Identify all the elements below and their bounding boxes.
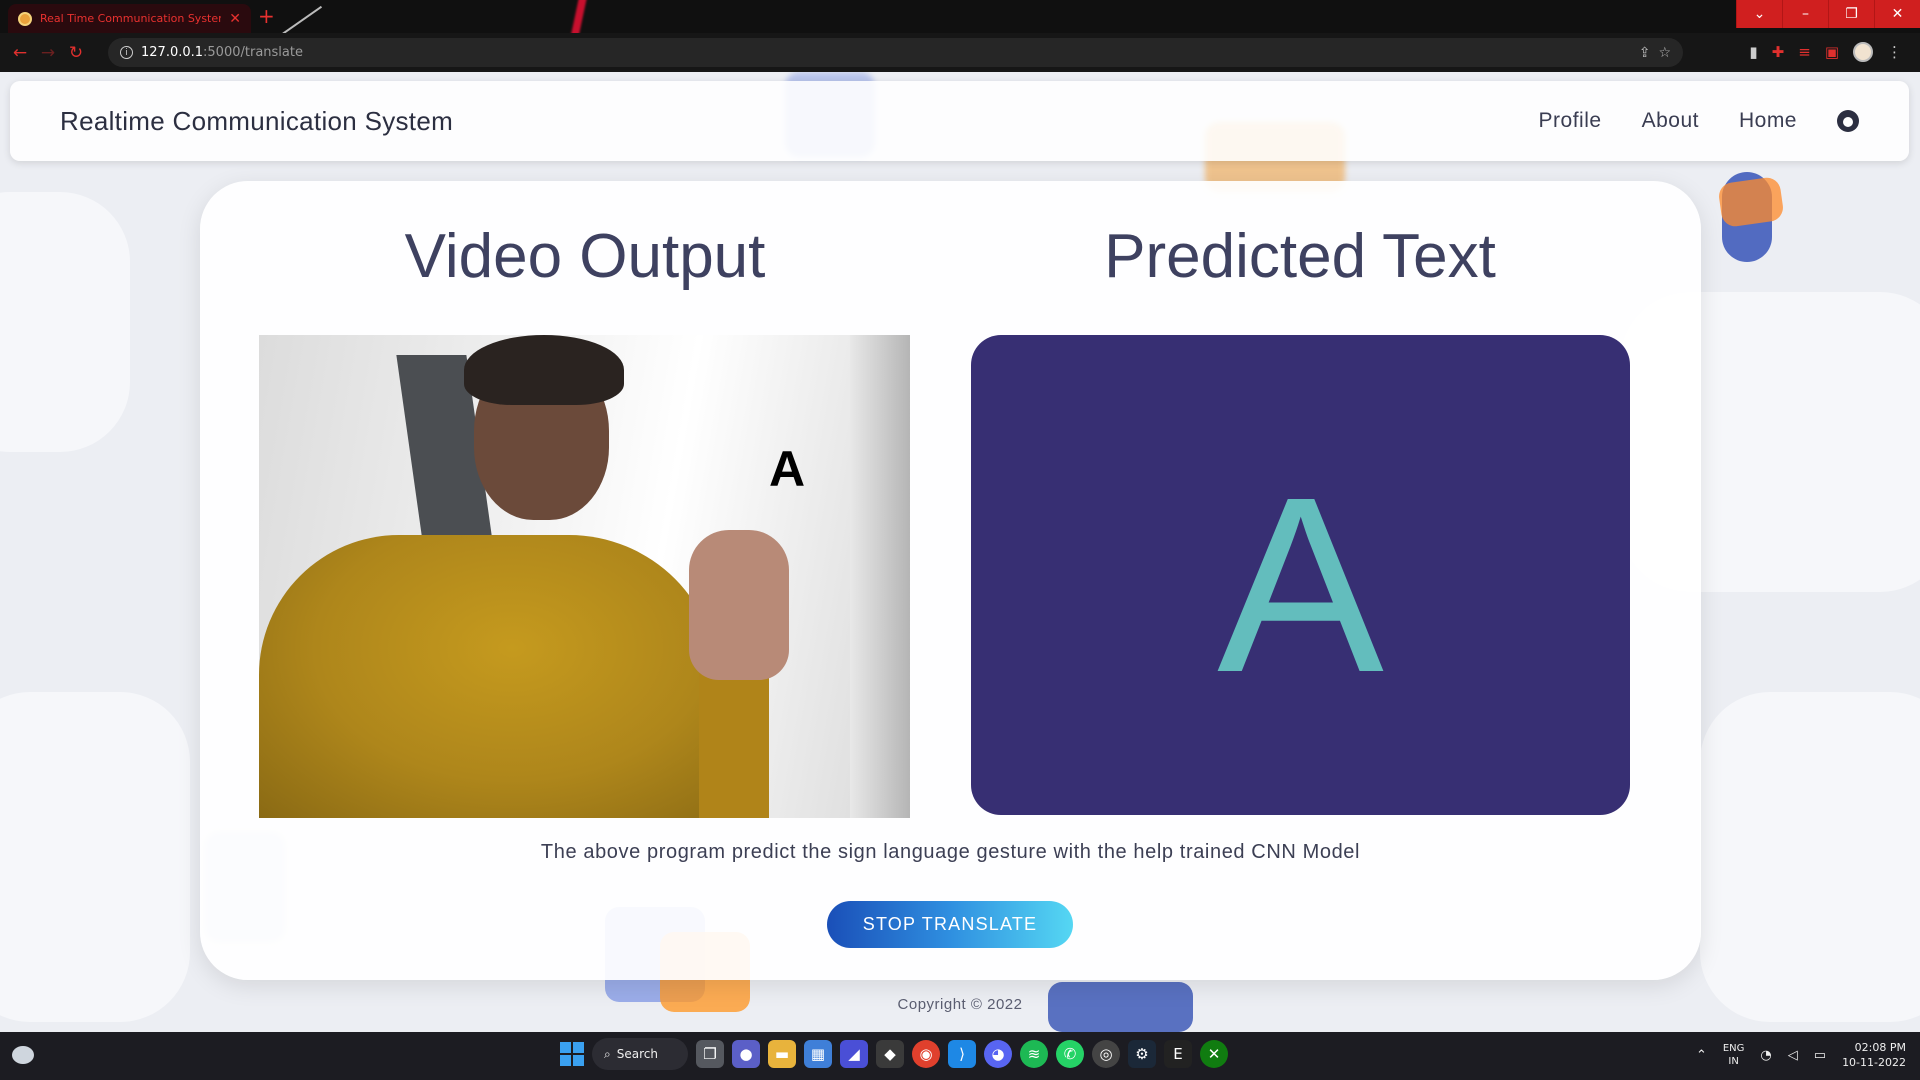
bg-shape — [1700, 692, 1920, 1022]
video-sign-hand — [689, 530, 789, 680]
video-prediction-overlay: A — [769, 441, 806, 497]
address-bar[interactable]: i 127.0.0.1:5000/translate ⇪ ☆ — [108, 38, 1683, 67]
bg-chat-bubble-shape — [1717, 175, 1785, 229]
tab-title: Real Time Communication System — [40, 12, 222, 25]
minimize-button[interactable]: – — [1782, 0, 1828, 28]
nav-link-profile[interactable]: Profile — [1539, 109, 1602, 133]
new-tab-button[interactable]: + — [258, 4, 275, 28]
clock-date: 10-11-2022 — [1842, 1056, 1906, 1069]
search-icon: ⌕ — [604, 1046, 611, 1061]
file-explorer-icon[interactable]: ▬ — [768, 1040, 796, 1068]
stop-translate-button[interactable]: STOP TRANSLATE — [827, 901, 1073, 948]
clock[interactable]: 02:08 PM 10-11-2022 — [1842, 1040, 1906, 1070]
taskbar-search[interactable]: ⌕ Search — [592, 1038, 688, 1070]
predicted-text-title: Predicted Text — [1104, 222, 1496, 291]
chrome-icon[interactable]: ◉ — [912, 1040, 940, 1068]
wifi-icon[interactable]: ◔ — [1760, 1048, 1771, 1063]
task-view-icon[interactable]: ❐ — [696, 1040, 724, 1068]
description-text: The above program predict the sign langu… — [540, 841, 1361, 863]
browser-tabstrip: Real Time Communication System ✕ + ⌄ – ❐… — [0, 0, 1920, 33]
github-icon[interactable] — [1837, 110, 1859, 132]
tab-favicon-icon — [18, 11, 32, 26]
reload-icon[interactable]: ↻ — [62, 43, 90, 63]
nav-link-home[interactable]: Home — [1739, 109, 1797, 133]
video-output-title: Video Output — [404, 222, 766, 291]
microsoft-store-icon[interactable]: ▦ — [804, 1040, 832, 1068]
language-indicator[interactable]: ENG IN — [1723, 1042, 1745, 1068]
tab-search-button[interactable]: ⌄ — [1736, 0, 1782, 28]
vscode-icon[interactable]: ⟩ — [948, 1040, 976, 1068]
uplay-icon[interactable]: ◎ — [1092, 1040, 1120, 1068]
site-navbar: Realtime Communication System Profile Ab… — [10, 81, 1909, 161]
extensions-puzzle-icon[interactable]: ✚ — [1772, 43, 1785, 61]
side-panel-icon[interactable]: ▣ — [1825, 43, 1839, 61]
browser-tab[interactable]: Real Time Communication System ✕ — [8, 4, 251, 33]
windows-start-icon[interactable] — [560, 1042, 584, 1066]
lang-region: IN — [1728, 1056, 1739, 1067]
epic-games-icon[interactable]: E — [1164, 1040, 1192, 1068]
extension-icon[interactable]: ▮ — [1749, 43, 1757, 61]
url-text[interactable]: 127.0.0.1:5000/translate — [141, 45, 1631, 60]
forward-icon[interactable]: → — [34, 43, 62, 63]
taskbar-apps: ⌕ Search ❐ ● ▬ ▦ ◢ ◆ ◉ ⟩ ◕ ≋ ✆ ◎ ⚙ E ✕ — [560, 1038, 1228, 1070]
share-icon[interactable]: ⇪ — [1639, 45, 1651, 61]
reading-list-icon[interactable]: ≡ — [1798, 43, 1811, 61]
menu-kebab-icon[interactable]: ⋮ — [1887, 43, 1902, 61]
lang-code: ENG — [1722, 1043, 1745, 1054]
steam-icon[interactable]: ⚙ — [1128, 1040, 1156, 1068]
extension-icons: ▮ ✚ ≡ ▣ ⋮ — [1749, 42, 1902, 62]
system-tray: ⌃ ENG IN ◔ ◁ ▭ 02:08 PM 10-11-2022 — [1696, 1040, 1906, 1070]
translate-card: Video Output Predicted Text A A The abov… — [200, 181, 1701, 980]
bg-shape — [0, 192, 130, 452]
teams-chat-icon[interactable]: ● — [732, 1040, 760, 1068]
site-info-icon[interactable]: i — [120, 46, 133, 59]
unity-hub-icon[interactable]: ◆ — [876, 1040, 904, 1068]
site-brand[interactable]: Realtime Communication System — [60, 106, 1499, 137]
footer-copyright: Copyright © 2022 — [897, 996, 1023, 1013]
windows-taskbar: ⌕ Search ❐ ● ▬ ▦ ◢ ◆ ◉ ⟩ ◕ ≋ ✆ ◎ ⚙ E ✕ ⌃ … — [0, 1032, 1920, 1080]
back-icon[interactable]: ← — [6, 43, 34, 63]
tab-close-icon[interactable]: ✕ — [229, 11, 241, 27]
volume-icon[interactable]: ◁ — [1788, 1048, 1798, 1063]
spotify-icon[interactable]: ≋ — [1020, 1040, 1048, 1068]
nav-link-about[interactable]: About — [1642, 109, 1699, 133]
discord-icon[interactable]: ◕ — [984, 1040, 1012, 1068]
webcam-video-feed: A — [259, 335, 910, 818]
search-label: Search — [616, 1047, 658, 1061]
profile-avatar[interactable] — [1853, 42, 1873, 62]
bookmark-star-icon[interactable]: ☆ — [1658, 45, 1671, 61]
video-bg-wall — [850, 335, 910, 818]
restore-button[interactable]: ❐ — [1828, 0, 1874, 28]
predicted-letter: A — [1217, 445, 1384, 724]
tray-overflow-chevron-icon[interactable]: ⌃ — [1696, 1048, 1707, 1063]
wallpaper-line — [279, 5, 323, 33]
app-icon[interactable]: ◢ — [840, 1040, 868, 1068]
browser-toolbar: ← → ↻ i 127.0.0.1:5000/translate ⇪ ☆ ▮ ✚… — [0, 33, 1920, 72]
predicted-text-box: A — [971, 335, 1630, 815]
video-person-hair — [464, 335, 624, 405]
xbox-icon[interactable]: ✕ — [1200, 1040, 1228, 1068]
video-person-body — [259, 535, 719, 818]
close-window-button[interactable]: ✕ — [1874, 0, 1920, 28]
weather-icon[interactable] — [12, 1046, 34, 1064]
battery-icon[interactable]: ▭ — [1814, 1048, 1826, 1063]
wallpaper-streak — [570, 0, 588, 33]
page-viewport: Realtime Communication System Profile Ab… — [0, 72, 1920, 1032]
whatsapp-icon[interactable]: ✆ — [1056, 1040, 1084, 1068]
bg-shape — [0, 692, 190, 1022]
clock-time: 02:08 PM — [1854, 1041, 1906, 1054]
window-controls: ⌄ – ❐ ✕ — [1736, 0, 1920, 28]
